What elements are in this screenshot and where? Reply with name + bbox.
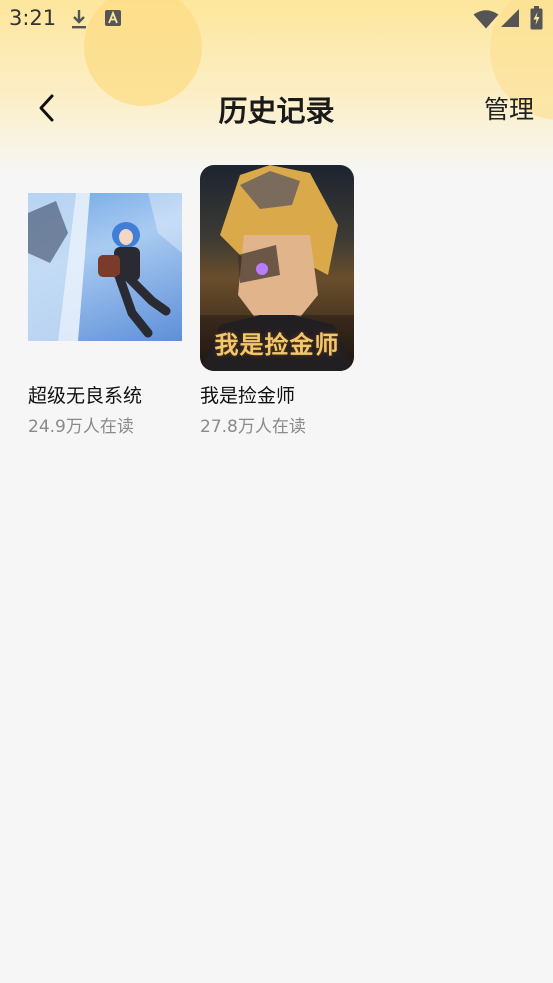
- book-readers-count: 24.9万人在读: [28, 417, 134, 437]
- book-cover-image: [28, 193, 182, 341]
- book-cover[interactable]: 我是捡金师: [200, 165, 354, 371]
- wifi-icon: [473, 9, 499, 33]
- manage-button[interactable]: 管理: [484, 90, 534, 126]
- status-bar: 3:21: [0, 0, 553, 38]
- book-cover[interactable]: [28, 165, 182, 371]
- book-card[interactable]: 超级无良系统 24.9万人在读: [28, 165, 182, 437]
- a-notification-icon: [104, 8, 122, 32]
- book-readers-count: 27.8万人在读: [200, 417, 306, 437]
- book-title: 我是捡金师: [200, 385, 296, 407]
- top-app-bar: 历史记录 管理: [0, 76, 553, 140]
- book-card[interactable]: 我是捡金师 我是捡金师 27.8万人在读: [200, 165, 354, 437]
- status-time: 3:21: [9, 6, 57, 30]
- book-title: 超级无良系统: [28, 385, 143, 407]
- cover-title-text: 我是捡金师: [214, 331, 340, 359]
- page-title: 历史记录: [218, 94, 335, 128]
- battery-icon: [530, 6, 543, 34]
- book-cover-image: 我是捡金师: [200, 165, 354, 371]
- download-icon: [69, 8, 89, 34]
- signal-icon: [501, 8, 520, 32]
